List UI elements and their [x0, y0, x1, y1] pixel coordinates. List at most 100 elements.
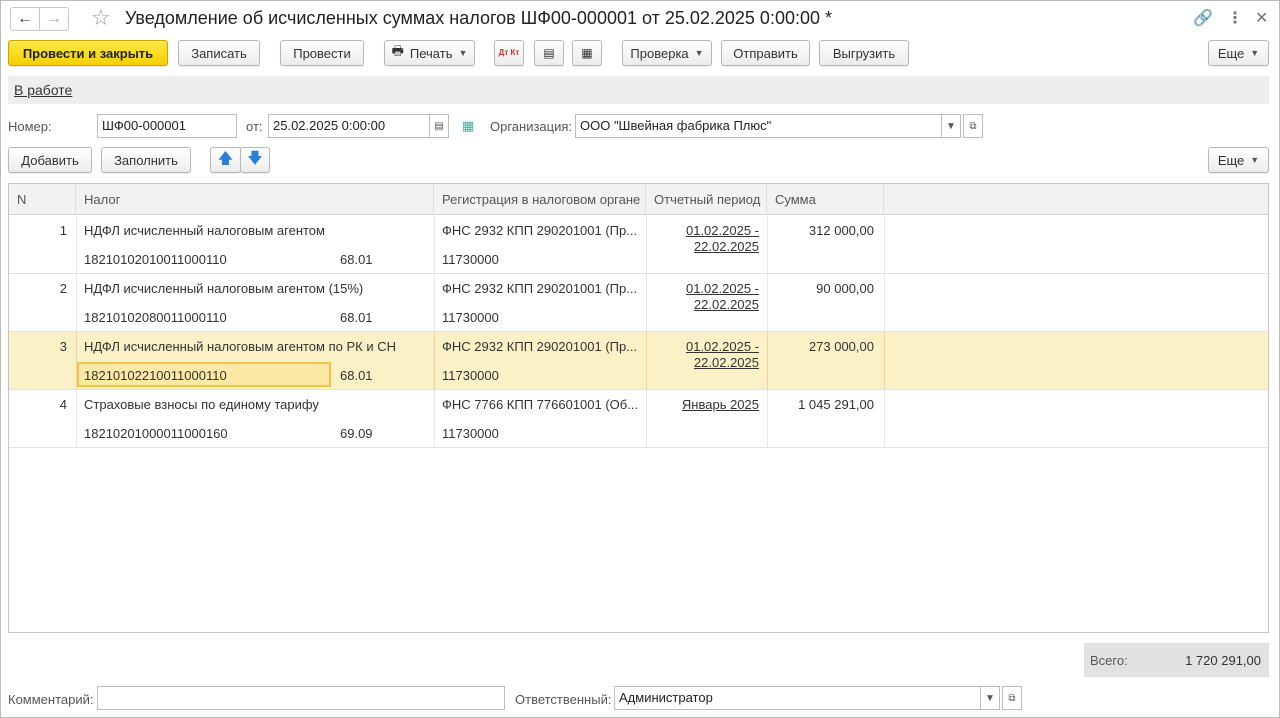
chevron-down-icon: ▼ — [985, 692, 995, 704]
kbk-code: 18210102010011000110 — [84, 252, 227, 267]
tax-name: НДФЛ исчисленный налоговым агентом (15%) — [84, 281, 364, 296]
table-row[interactable]: 4 Страховые взносы по единому тарифу 182… — [9, 390, 1268, 448]
table-row[interactable]: 1 НДФЛ исчисленный налоговым агентом 182… — [9, 216, 1268, 274]
registration: ФНС 2932 КПП 290201001 (Пр... — [442, 223, 638, 238]
check-button[interactable]: Проверка ▼ — [622, 40, 712, 66]
responsible-open-button[interactable]: ⧉ — [1002, 686, 1022, 710]
tax-name: НДФЛ исчисленный налоговым агентом по РК… — [84, 339, 396, 354]
dtkt-button[interactable]: Дт Кт — [494, 40, 524, 66]
tax-name: Страховые взносы по единому тарифу — [84, 397, 319, 412]
move-down-button[interactable]: 🡇 — [240, 147, 270, 173]
responsible-field[interactable]: Администратор — [614, 686, 981, 710]
account-code: 68.01 — [340, 252, 373, 267]
document-window: ← → ☆ Уведомление об исчисленных суммах … — [0, 0, 1280, 718]
chevron-down-icon: ▼ — [946, 120, 956, 132]
save-button[interactable]: Записать — [178, 40, 260, 66]
chevron-down-icon: ▼ — [1250, 155, 1260, 165]
post-button[interactable]: Провести — [280, 40, 364, 66]
number-field[interactable]: ШФ00-000001 — [97, 114, 237, 138]
close-icon[interactable]: ✕ — [1255, 8, 1268, 28]
upload-button[interactable]: Выгрузить — [819, 40, 909, 66]
responsible-label: Ответственный: — [515, 692, 612, 707]
account-code: 69.09 — [340, 426, 373, 441]
status-link[interactable]: В работе — [14, 82, 72, 98]
arrow-left-icon: ← — [17, 10, 33, 27]
more-vertical-icon[interactable]: ⋮ — [1227, 8, 1243, 28]
back-button[interactable]: ← — [10, 7, 40, 31]
period-start[interactable]: 01.02.2025 - — [646, 281, 759, 296]
organization-dropdown-button[interactable]: ▼ — [941, 114, 961, 138]
registration: ФНС 7766 КПП 776601001 (Об... — [442, 397, 639, 412]
oktmo: 11730000 — [442, 252, 499, 267]
organization-field[interactable]: ООО "Швейная фабрика Плюс" — [575, 114, 942, 138]
org-status-icon: ▦ — [462, 118, 475, 133]
link-icon[interactable]: 🔗 — [1193, 8, 1213, 28]
period-end[interactable]: 22.02.2025 — [646, 355, 759, 370]
period-end[interactable]: 22.02.2025 — [646, 239, 759, 254]
calendar-button[interactable]: ▤ — [429, 114, 449, 138]
send-button[interactable]: Отправить — [721, 40, 810, 66]
table-header: N Налог Регистрация в налоговом органе О… — [9, 184, 1268, 215]
forward-button[interactable]: → — [39, 7, 69, 31]
number-label: Номер: — [8, 119, 52, 134]
period-start[interactable]: Январь 2025 — [646, 397, 759, 412]
total-value: 1 720 291,00 — [1185, 653, 1261, 668]
column-header-period[interactable]: Отчетный период — [646, 184, 767, 215]
total-label: Всего: — [1090, 653, 1128, 668]
row-number: 4 — [59, 397, 67, 412]
column-header-tax[interactable]: Налог — [76, 184, 434, 215]
arrow-down-icon: 🡇 — [247, 149, 263, 167]
column-header-sum[interactable]: Сумма — [767, 184, 884, 215]
period-end[interactable]: 22.02.2025 — [646, 297, 759, 312]
structure-button[interactable]: ▦ — [572, 40, 602, 66]
organization-open-button[interactable]: ⧉ — [963, 114, 983, 138]
move-up-button[interactable]: 🡅 — [210, 147, 241, 173]
total-box: Всего: 1 720 291,00 — [1084, 643, 1269, 677]
sum: 312 000,00 — [808, 223, 874, 238]
add-button[interactable]: Добавить — [8, 147, 92, 173]
column-header-n[interactable]: N — [9, 184, 76, 215]
registration: ФНС 2932 КПП 290201001 (Пр... — [442, 339, 638, 354]
status-strip: В работе — [8, 76, 1269, 104]
fill-button[interactable]: Заполнить — [101, 147, 191, 173]
table-more-button[interactable]: Еще ▼ — [1208, 147, 1269, 173]
period-start[interactable]: 01.02.2025 - — [646, 223, 759, 238]
title-bar: ← → ☆ Уведомление об исчисленных суммах … — [1, 1, 1279, 37]
tax-name: НДФЛ исчисленный налоговым агентом — [84, 223, 325, 238]
chevron-down-icon: ▼ — [458, 48, 468, 58]
check-label: Проверка — [630, 45, 689, 61]
row-number: 2 — [59, 281, 67, 296]
more-button[interactable]: Еще ▼ — [1208, 40, 1269, 66]
organization-label: Организация: — [490, 119, 573, 134]
more-label: Еще — [1217, 45, 1245, 61]
arrow-up-icon: 🡅 — [217, 149, 234, 167]
kbk-code: 18210102080011000110 — [84, 310, 227, 325]
oktmo: 11730000 — [442, 368, 499, 383]
report-button[interactable]: ▤ — [534, 40, 564, 66]
date-field[interactable]: 25.02.2025 0:00:00 — [268, 114, 430, 138]
period-start[interactable]: 01.02.2025 - — [646, 339, 759, 354]
kbk-code[interactable]: 18210102210011000110 — [84, 368, 227, 383]
arrow-right-icon: → — [46, 10, 62, 27]
table-more-label: Еще — [1217, 152, 1245, 168]
sum: 1 045 291,00 — [798, 397, 874, 412]
row-number: 1 — [59, 223, 67, 238]
chevron-down-icon: ▼ — [694, 48, 704, 58]
post-and-close-button[interactable]: Провести и закрыть — [8, 40, 168, 66]
calendar-icon: ▤ — [434, 120, 444, 132]
column-header-registration[interactable]: Регистрация в налоговом органе — [434, 184, 646, 215]
comment-field[interactable] — [97, 686, 505, 710]
date-label: от: — [246, 119, 263, 134]
account-code: 68.01 — [340, 310, 373, 325]
table-row[interactable]: 2 НДФЛ исчисленный налоговым агентом (15… — [9, 274, 1268, 332]
registration: ФНС 2932 КПП 290201001 (Пр... — [442, 281, 638, 296]
oktmo: 11730000 — [442, 310, 499, 325]
print-button[interactable]: 🖶 Печать ▼ — [384, 40, 475, 66]
table-row-selected[interactable]: 3 НДФЛ исчисленный налоговым агентом по … — [9, 332, 1268, 390]
favorite-star-icon[interactable]: ☆ — [91, 5, 111, 31]
dtkt-icon: Дт Кт — [498, 48, 520, 57]
oktmo: 11730000 — [442, 426, 499, 441]
responsible-dropdown-button[interactable]: ▼ — [980, 686, 1000, 710]
chevron-down-icon: ▼ — [1250, 48, 1260, 58]
window-title: Уведомление об исчисленных суммах налого… — [125, 8, 832, 28]
